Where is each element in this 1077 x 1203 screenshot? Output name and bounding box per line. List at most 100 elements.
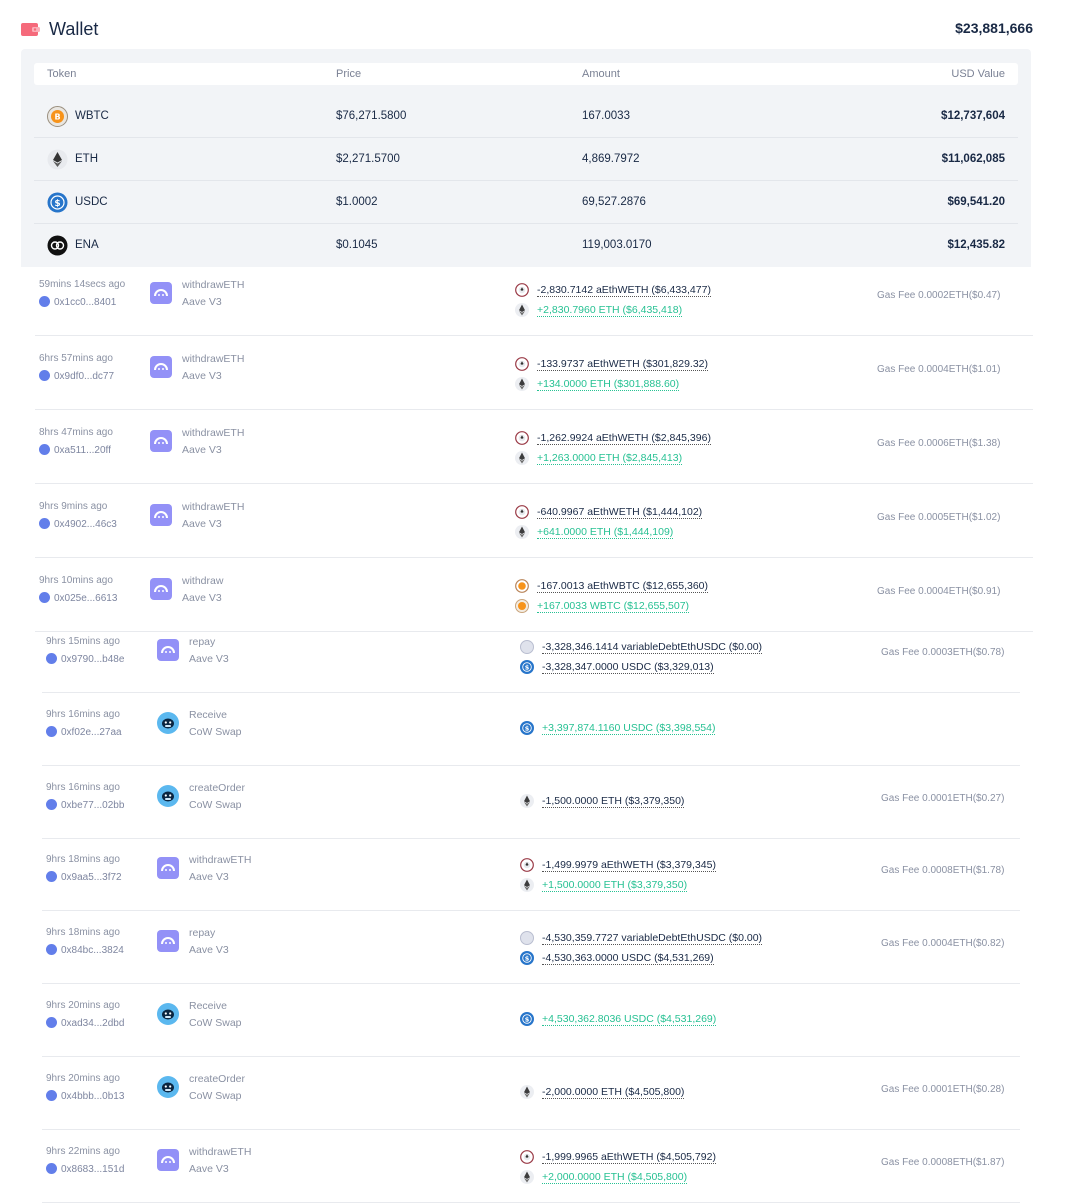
tx-hash-text: 0x9aa5...3f72: [61, 872, 122, 884]
token-symbol: ENA: [75, 239, 99, 251]
transaction-row[interactable]: 9hrs 15mins ago 0x9790...b48e repay Aave V3…: [0, 619, 1077, 693]
ena-icon: [47, 235, 68, 256]
tx-protocol: Aave V3: [189, 1162, 229, 1175]
token-change-text: -4,530,359.7727 variableDebtEthUSDC ($0.…: [542, 932, 763, 946]
chain-icon: [46, 653, 57, 664]
token-change-text: +3,397,874.1160 USDC ($3,398,554): [542, 721, 716, 735]
token-amount: 167.0033: [582, 110, 630, 122]
token-price: $76,271.5800: [336, 110, 407, 122]
tx-hash-link[interactable]: 0xad34...2dbd: [46, 1017, 124, 1029]
svg-text:$: $: [54, 199, 60, 209]
cowswap-icon: [157, 711, 179, 734]
aave-icon: [157, 1148, 179, 1171]
transaction-row[interactable]: 6hrs 57mins ago 0x9df0...dc77 withdrawETH A…: [0, 336, 1077, 410]
wallet-title: Wallet: [49, 19, 99, 39]
tx-time: 6hrs 57mins ago: [39, 353, 113, 364]
token-usd-value: $69,541.20: [947, 196, 1005, 208]
tx-hash-link[interactable]: 0x9790...b48e: [46, 653, 124, 665]
cowswap-icon: [157, 1075, 179, 1098]
tx-time: 9hrs 18mins ago: [46, 854, 120, 866]
gas-fee: Gas Fee 0.0005ETH($1.02): [877, 512, 1001, 523]
token-price: $2,271.5700: [336, 153, 400, 165]
tx-hash-link[interactable]: 0xf02e...27aa: [46, 725, 122, 738]
token-table: Token Price Amount USD Value B WBTC $76,…: [21, 49, 1031, 267]
token-row[interactable]: $ USDC $1.0002 69,527.2876 $69,541.20: [34, 181, 1018, 224]
gas-fee: Gas Fee 0.0002ETH($0.47): [877, 290, 1001, 301]
tx-hash-text: 0x4902...46c3: [54, 519, 117, 530]
tx-protocol: Aave V3: [189, 944, 229, 957]
transaction-row[interactable]: 9hrs 18mins ago 0x9aa5...3f72 withdrawETH A…: [0, 837, 1077, 912]
tx-hash-link[interactable]: 0x9df0...dc77: [39, 370, 114, 382]
transaction-row[interactable]: 9hrs 18mins ago 0x84bc...3824 repay Aave V3…: [0, 910, 1077, 985]
token-change-text: -1,262.9924 aEthWETH ($2,845,396): [537, 432, 711, 445]
svg-text:B: B: [54, 113, 60, 122]
tx-time: 9hrs 9mins ago: [39, 501, 108, 512]
tx-protocol: Aave V3: [182, 370, 222, 382]
token-change-text: -640.9967 aEthWETH ($1,444,102): [537, 506, 703, 519]
gas-fee: Gas Fee 0.0004ETH($0.82): [881, 938, 1005, 950]
tx-hash-link[interactable]: 0xa511...20ff: [39, 444, 111, 456]
tx-method: withdraw: [182, 575, 224, 587]
tx-protocol: Aave V3: [182, 592, 222, 604]
transaction-row[interactable]: 9hrs 20mins ago 0x4bbb...0b13 createOrder C…: [0, 1056, 1077, 1130]
wallet-icon: [21, 23, 40, 36]
token-row[interactable]: B WBTC $76,271.5800 167.0033 $12,737,604: [34, 95, 1018, 138]
tx-time: 9hrs 16mins ago: [46, 708, 120, 720]
token-row[interactable]: ETH $2,271.5700 4,869.7972 $11,062,085: [34, 138, 1018, 181]
transaction-row[interactable]: 9hrs 22mins ago 0x8683...151d withdrawETH A…: [0, 1129, 1077, 1203]
tx-method: createOrder: [189, 1072, 246, 1085]
transaction-row[interactable]: 9hrs 20mins ago 0xad34...2dbd Receive CoW S…: [0, 983, 1077, 1057]
tx-hash-link[interactable]: 0x84bc...3824: [46, 944, 124, 956]
eth-icon: [515, 303, 529, 317]
aave-icon: [150, 356, 172, 378]
tx-hash-link[interactable]: 0x1cc0...8401: [39, 296, 116, 308]
aave-icon: [150, 578, 172, 600]
chain-icon: [46, 944, 57, 956]
gas-fee: Gas Fee 0.0003ETH($0.78): [881, 647, 1005, 658]
tx-method: Receive: [189, 708, 227, 721]
gas-fee: Gas Fee 0.0008ETH($1.78): [881, 865, 1005, 877]
token-change-text: -3,328,347.0000 USDC ($3,329,013): [542, 661, 714, 674]
tx-hash-link[interactable]: 0x4902...46c3: [39, 518, 117, 530]
tx-hash-link[interactable]: 0x9aa5...3f72: [46, 871, 122, 883]
variabledebt-icon: [520, 931, 534, 946]
usdc-icon: $: [520, 951, 534, 966]
tx-hash-text: 0x9df0...dc77: [54, 371, 115, 382]
transaction-row[interactable]: 9hrs 16mins ago 0xbe77...02bb createOrder C…: [0, 765, 1077, 839]
aethweth-icon: [515, 505, 529, 519]
chain-icon: [46, 1089, 57, 1101]
token-row[interactable]: ENA $0.1045 119,003.0170 $12,435.82: [34, 224, 1018, 267]
token-change-text: +2,830.7960 ETH ($6,435,418): [537, 304, 683, 317]
transaction-row[interactable]: 8hrs 47mins ago 0xa511...20ff withdrawETH A…: [0, 410, 1077, 484]
token-change-text: +1,263.0000 ETH ($2,845,413): [537, 452, 683, 465]
tx-method: repay: [189, 636, 216, 648]
token-usd-value: $11,062,085: [941, 153, 1005, 165]
aave-icon: [150, 282, 172, 304]
aave-icon: [157, 639, 179, 661]
tx-method: repay: [189, 927, 216, 940]
gas-fee: Gas Fee 0.0004ETH($1.01): [877, 364, 1001, 375]
chain-icon: [39, 518, 50, 529]
token-change-text: -2,830.7142 aEthWETH ($6,433,477): [537, 284, 711, 297]
aave-icon: [157, 930, 179, 953]
tx-method: withdrawETH: [182, 501, 245, 513]
eth-icon: [520, 793, 534, 808]
transaction-row[interactable]: 9hrs 9mins ago 0x4902...46c3 withdrawETH Aa…: [0, 484, 1077, 558]
aethweth-icon: [515, 357, 529, 371]
tx-protocol: CoW Swap: [189, 725, 242, 738]
token-price: $1.0002: [336, 196, 378, 208]
usdc-icon: $: [520, 1012, 534, 1026]
tx-hash-link[interactable]: 0x8683...151d: [46, 1162, 124, 1175]
tx-hash-link[interactable]: 0xbe77...02bb: [46, 798, 124, 811]
tx-hash-link[interactable]: 0x4bbb...0b13: [46, 1089, 124, 1102]
token-change-text: +641.0000 ETH ($1,444,109): [537, 526, 674, 539]
token-symbol: ETH: [75, 153, 98, 165]
gas-fee: Gas Fee 0.0001ETH($0.27): [881, 792, 1005, 804]
eth-icon: [47, 149, 68, 170]
tx-hash-link[interactable]: 0x025e...6613: [39, 592, 117, 604]
tx-method: withdrawETH: [182, 279, 245, 291]
transaction-row[interactable]: 59mins 14secs ago 0x1cc0...8401 withdrawET…: [0, 262, 1077, 336]
token-usd-value: $12,435.82: [947, 239, 1005, 251]
transaction-row[interactable]: 9hrs 16mins ago 0xf02e...27aa Receive CoW S…: [0, 692, 1077, 766]
tx-time: 9hrs 15mins ago: [46, 636, 120, 647]
